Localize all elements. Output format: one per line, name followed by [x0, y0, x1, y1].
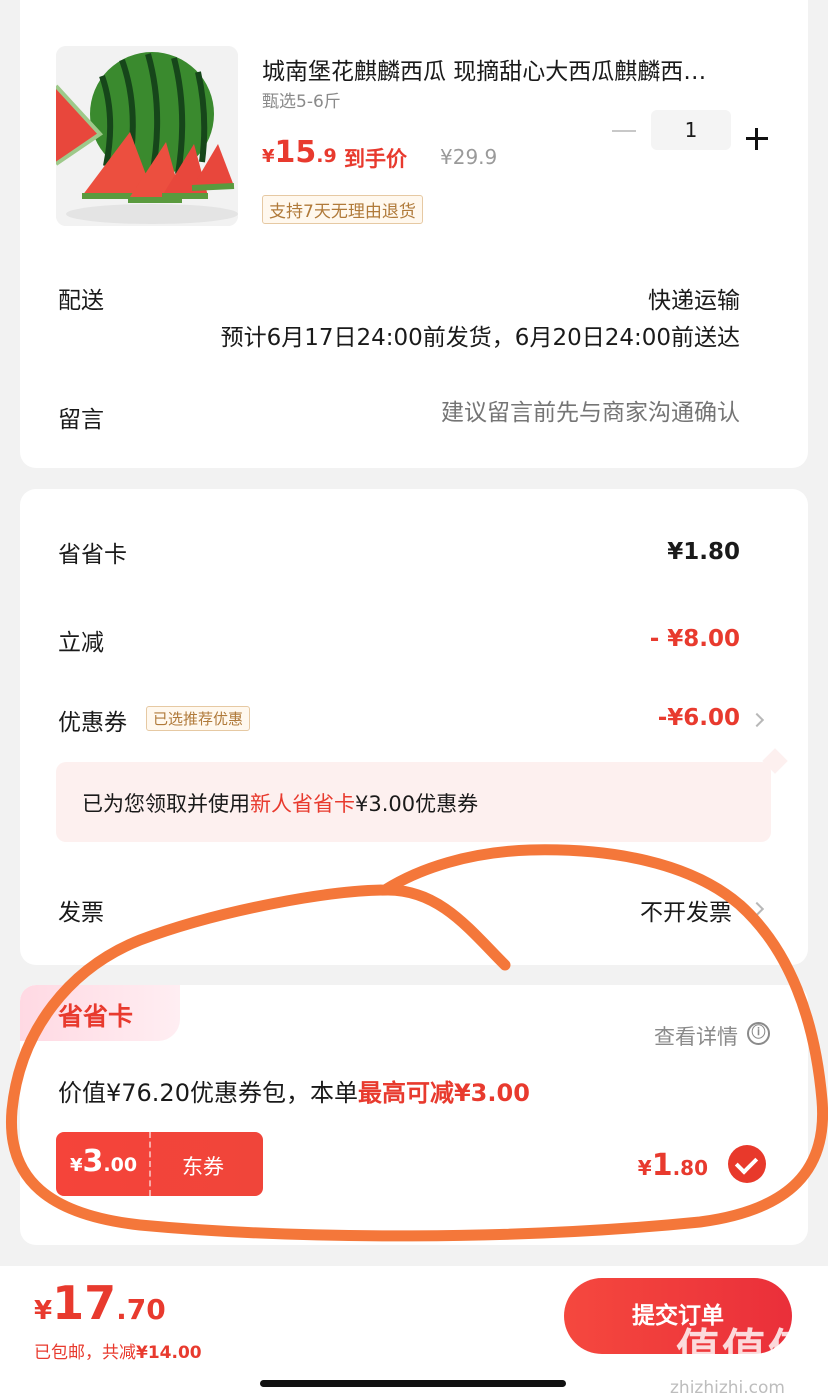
coupon-integer: 3 — [82, 1144, 104, 1179]
saver-description-highlight: 最高可减¥3.00 — [357, 1079, 530, 1107]
saver-price-integer: 1 — [651, 1148, 673, 1183]
coupon-label: 优惠券 — [58, 710, 127, 736]
view-details-link[interactable]: 查看详情 — [654, 1021, 738, 1051]
coupon-decimal: .00 — [103, 1154, 138, 1176]
price-tag: 到手价 — [344, 147, 407, 171]
delivery-label: 配送 — [58, 288, 104, 314]
original-price: ¥29.9 — [440, 145, 498, 169]
product-spec[interactable]: 甄选5-6斤 — [262, 87, 341, 112]
product-card: 城南堡花麒麟西瓜 现摘甜心大西瓜麒麟西… 甄选5-6斤 ¥15.9 到手价 ¥2… — [20, 0, 808, 468]
notice-prefix: 已为您领取并使用 — [82, 792, 250, 816]
quantity-input[interactable]: 1 — [651, 110, 731, 150]
price-decimal: .9 — [316, 145, 337, 167]
instant-discount-value: - ¥8.00 — [649, 626, 740, 652]
notice-text: 已为您领取并使用新人省省卡¥3.00优惠券 — [82, 788, 478, 818]
saver-description-prefix: 价值¥76.20优惠券包，本单 — [58, 1079, 358, 1107]
saver-card-price: ¥1.80 — [638, 1148, 708, 1183]
coupon-value: -¥6.00 — [657, 705, 740, 731]
coupon-name: 东券 — [182, 1155, 224, 1179]
shipping-savings: 已包邮，共减¥14.00 — [34, 1338, 202, 1363]
saver-card-checkbox[interactable] — [728, 1145, 766, 1183]
decrease-quantity-button[interactable] — [612, 130, 636, 132]
saver-price-decimal: .80 — [672, 1156, 708, 1180]
saver-card-offer: 省省卡 查看详情 ⓘ 价值¥76.20优惠券包，本单最高可减¥3.00 ¥3.0… — [20, 985, 808, 1245]
price-integer: 15 — [274, 135, 317, 170]
coupon-symbol: ¥ — [70, 1155, 83, 1176]
product-title[interactable]: 城南堡花麒麟西瓜 现摘甜心大西瓜麒麟西… — [262, 52, 782, 86]
site-watermark: 值值值 — [676, 1325, 814, 1376]
chevron-right-icon — [749, 712, 765, 728]
delivery-method: 快递运输 — [648, 288, 740, 314]
message-input[interactable] — [320, 400, 740, 426]
shipping-prefix: 已包邮，共减 — [34, 1343, 136, 1363]
instant-discount-label: 立减 — [58, 630, 104, 656]
invoice-label: 发票 — [58, 900, 104, 926]
watermelon-image[interactable] — [56, 46, 238, 226]
product-price: ¥15.9 — [262, 135, 337, 170]
coupon-notice: 已为您领取并使用新人省省卡¥3.00优惠券 — [56, 748, 788, 842]
coupon-divider — [149, 1132, 151, 1196]
total-integer: 17 — [52, 1276, 117, 1330]
increase-quantity-button[interactable] — [746, 128, 768, 150]
invoice-value: 不开发票 — [640, 900, 732, 926]
chevron-right-icon — [749, 901, 765, 917]
notice-highlight: 新人省省卡 — [250, 792, 355, 816]
checkout-footer: ¥17.70 已包邮，共减¥14.00 提交订单 值值值 zhizhizhi.c… — [0, 1266, 828, 1398]
coupon-amount: ¥3.00 — [70, 1144, 137, 1179]
jd-coupon[interactable]: ¥3.00 东券 — [56, 1132, 263, 1196]
discounts-card: 省省卡 ¥1.80 立减 - ¥8.00 优惠券 已选推荐优惠 -¥6.00 已… — [20, 489, 808, 965]
notice-suffix: ¥3.00优惠券 — [355, 792, 479, 816]
message-label: 留言 — [58, 407, 104, 433]
home-indicator[interactable] — [260, 1380, 566, 1387]
delivery-detail: 预计6月17日24:00前发货，6月20日24:00前送达 — [220, 325, 740, 351]
price-symbol: ¥ — [262, 146, 275, 167]
savings-amount: ¥14.00 — [136, 1343, 202, 1363]
saver-card-value: ¥1.80 — [667, 539, 740, 565]
saver-card-tag-text: 省省卡 — [58, 1002, 134, 1031]
total-symbol: ¥ — [34, 1296, 53, 1326]
watermark-url: zhizhizhi.com — [670, 1378, 785, 1398]
return-policy-badge: 支持7天无理由退货 — [262, 195, 423, 224]
total-decimal: .70 — [116, 1293, 166, 1326]
saver-description: 价值¥76.20优惠券包，本单最高可减¥3.00 — [58, 1073, 530, 1108]
saver-price-symbol: ¥ — [637, 1156, 652, 1180]
order-total: ¥17.70 — [34, 1276, 166, 1330]
info-icon[interactable]: ⓘ — [747, 1022, 770, 1045]
notice-pointer — [762, 748, 788, 774]
saver-card-label: 省省卡 — [58, 542, 127, 568]
recommended-coupon-tag: 已选推荐优惠 — [146, 706, 251, 731]
